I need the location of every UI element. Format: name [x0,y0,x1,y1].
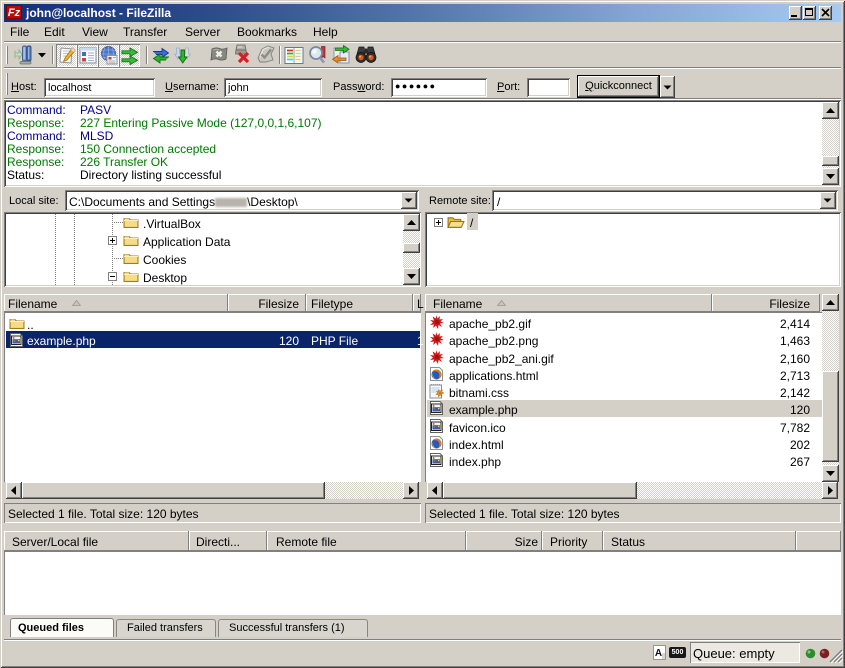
svg-text:A: A [655,648,662,659]
